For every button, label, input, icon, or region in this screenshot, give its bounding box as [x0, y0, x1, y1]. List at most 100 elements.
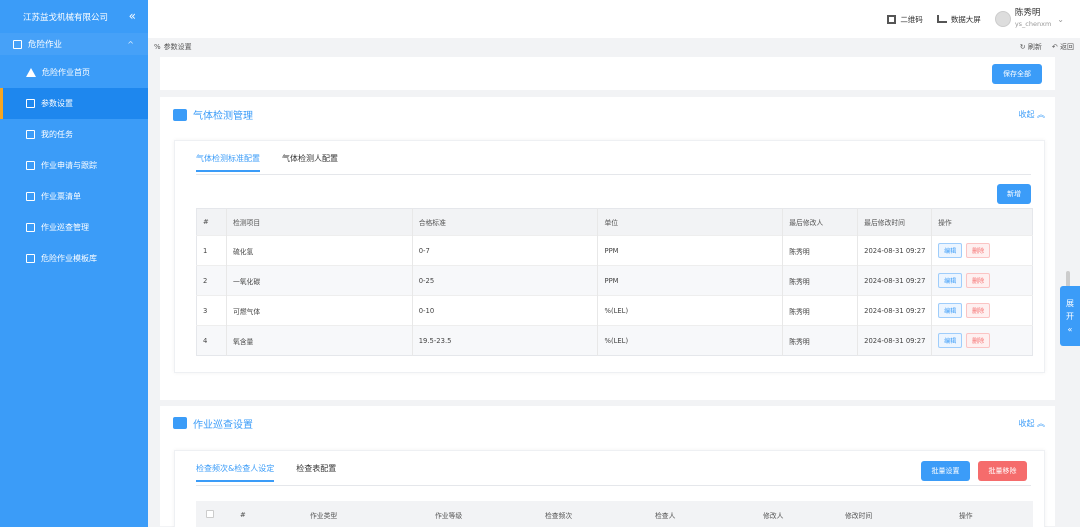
tab-patrol-frequency[interactable]: 检查频次&检查人设定 [196, 463, 275, 482]
company-name: 江苏益戈机械有限公司 « [0, 0, 148, 33]
sidebar-item-patrol[interactable]: 作业巡查管理 [0, 212, 148, 243]
cell-time: 2024-08-31 09:27 [857, 295, 933, 326]
table-header: # 检测项目 合格标准 单位 最后修改人 最后修改时间 操作 [196, 208, 1033, 236]
sidebar-item-params[interactable]: 参数设置 [0, 88, 148, 119]
sidebar-item-templates[interactable]: 危险作业模板库 [0, 243, 148, 274]
dashboard-label: 数据大屏 [950, 14, 981, 24]
breadcrumb: % 参数设置 ↻ 刷新 ↶ 返回 [148, 38, 1080, 55]
gas-card: 气体检测标准配置 气体检测人配置 新增 # 检测项目 合格标准 单位 最后修改人… [174, 140, 1045, 373]
sidebar-item-tasks[interactable]: 我的任务 [0, 119, 148, 150]
patrol-tabs: 检查频次&检查人设定 检查表配置 [196, 463, 336, 482]
qrcode-link[interactable]: 二维码 [887, 14, 923, 25]
menu-group-dangerous-work[interactable]: 危险作业 ^ [0, 33, 148, 55]
cell-modifier: 陈秀明 [782, 265, 859, 296]
user-menu[interactable]: 陈秀明 ys_chenxm ⌄ [994, 8, 1064, 30]
select-all-checkbox[interactable] [206, 509, 214, 518]
table-header: # 作业类型 作业等级 检查频次 检查人 修改人 修改时间 操作 [196, 501, 1033, 527]
patrol-fold-button[interactable]: 收起 ︽ [1018, 418, 1045, 429]
back-button[interactable]: ↶ 返回 [1052, 42, 1074, 52]
sidebar-item-label: 作业票清单 [41, 192, 81, 201]
cell-time: 2024-08-31 09:27 [857, 235, 933, 266]
cell-ops: 编辑 删除 [931, 295, 1033, 326]
save-bar: 保存全部 [160, 57, 1055, 90]
col-inspector: 检查人 [655, 511, 676, 520]
collapse-sidebar-icon[interactable]: « [129, 9, 136, 23]
delete-button[interactable]: 删除 [966, 333, 991, 348]
cell-index: 4 [196, 325, 227, 356]
sidebar-item-tickets[interactable]: 作业票清单 [0, 181, 148, 212]
col-work-type: 作业类型 [310, 511, 338, 520]
cell-item: 硫化氢 [226, 235, 413, 266]
refresh-button[interactable]: ↻ 刷新 [1020, 42, 1042, 52]
table-row: 1 硫化氢 0-7 PPM 陈秀明 2024-08-31 09:27 编辑 删除 [196, 235, 1033, 266]
col-standard: 合格标准 [412, 208, 599, 236]
delete-button[interactable]: 删除 [966, 303, 991, 318]
col-select[interactable] [196, 501, 234, 527]
edit-button[interactable]: 编辑 [938, 333, 963, 348]
chevron-down-icon: ⌄ [1057, 14, 1064, 24]
doc-icon [26, 223, 35, 232]
cell-ops: 编辑 删除 [931, 265, 1033, 296]
breadcrumb-current[interactable]: 参数设置 [164, 42, 192, 52]
cell-item: 可燃气体 [226, 295, 413, 326]
delete-button[interactable]: 删除 [966, 273, 991, 288]
back-label: 返回 [1060, 42, 1074, 51]
gas-fold-button[interactable]: 收起 ︽ [1018, 109, 1045, 120]
doc-icon [26, 254, 35, 263]
cell-item: 氧含量 [226, 325, 413, 356]
cell-unit: %(LEL) [597, 295, 784, 326]
edit-button[interactable]: 编辑 [938, 273, 963, 288]
patrol-table: # 作业类型 作业等级 检查频次 检查人 修改人 修改时间 操作 [196, 501, 1033, 527]
menu-group-label: 危险作业 [28, 40, 63, 50]
cell-unit: PPM [597, 265, 784, 296]
sidebar-item-apply[interactable]: 作业申请与跟踪 [0, 150, 148, 181]
col-ops: 操作 [938, 219, 952, 227]
sidebar: 江苏益戈机械有限公司 « 危险作业 ^ 危险作业首页 参数设置 我的任务 作业申… [0, 0, 148, 527]
cell-time: 2024-08-31 09:27 [857, 265, 933, 296]
edit-button[interactable]: 编辑 [938, 243, 963, 258]
sidebar-item-home[interactable]: 危险作业首页 [0, 57, 148, 88]
tab-gas-standard[interactable]: 气体检测标准配置 [196, 153, 260, 172]
gas-section: 气体检测管理 收起 ︽ 气体检测标准配置 气体检测人配置 新增 # 检测项目 合… [160, 97, 1055, 400]
col-modified-time: 修改时间 [845, 511, 873, 520]
user-id: ys_chenxm [1014, 20, 1052, 28]
col-modified-time: 最后修改时间 [857, 208, 933, 236]
doc-icon [26, 99, 35, 108]
sidebar-item-label: 作业申请与跟踪 [41, 161, 97, 170]
cell-modifier: 陈秀明 [782, 295, 859, 326]
qrcode-icon [887, 14, 897, 24]
expand-panel-button[interactable]: 展 开 « [1060, 286, 1080, 346]
gas-detect-icon [173, 108, 187, 121]
gas-section-title: 气体检测管理 [160, 97, 1055, 132]
expand-label-1: 展 [1066, 298, 1074, 308]
patrol-card: 检查频次&检查人设定 检查表配置 批量设置 批量移除 # 作业类型 作业等级 检… [174, 450, 1045, 527]
add-button[interactable]: 新增 [997, 184, 1031, 204]
cell-standard: 0-25 [412, 265, 599, 296]
cell-item: 一氧化碳 [226, 265, 413, 296]
back-icon: ↶ [1051, 42, 1058, 51]
patrol-icon [173, 417, 187, 429]
col-frequency: 检查频次 [545, 511, 573, 520]
dashboard-link[interactable]: 数据大屏 [936, 14, 981, 25]
batch-remove-button[interactable]: 批量移除 [978, 461, 1027, 481]
link-icon: % [154, 42, 161, 51]
cell-index: 3 [196, 295, 227, 326]
scrollbar[interactable] [1066, 271, 1070, 287]
delete-button[interactable]: 删除 [966, 243, 991, 258]
doc-icon [26, 192, 35, 201]
refresh-icon: ↻ [1019, 42, 1026, 51]
sidebar-item-label: 危险作业模板库 [41, 254, 97, 263]
sidebar-item-label: 我的任务 [41, 130, 73, 139]
chevron-up-icon: ︽ [1037, 419, 1045, 428]
save-all-button[interactable]: 保存全部 [992, 63, 1042, 84]
avatar [994, 11, 1011, 27]
edit-button[interactable]: 编辑 [938, 303, 963, 318]
chevron-up-icon: ^ [127, 39, 134, 49]
batch-set-button[interactable]: 批量设置 [921, 461, 970, 481]
tab-gas-inspector[interactable]: 气体检测人配置 [282, 153, 338, 172]
chevron-up-icon: ︽ [1037, 110, 1045, 119]
cell-index: 2 [196, 265, 227, 296]
col-item: 检测项目 [226, 208, 413, 236]
tab-divider [196, 485, 1031, 486]
tab-checklist[interactable]: 检查表配置 [296, 463, 336, 482]
